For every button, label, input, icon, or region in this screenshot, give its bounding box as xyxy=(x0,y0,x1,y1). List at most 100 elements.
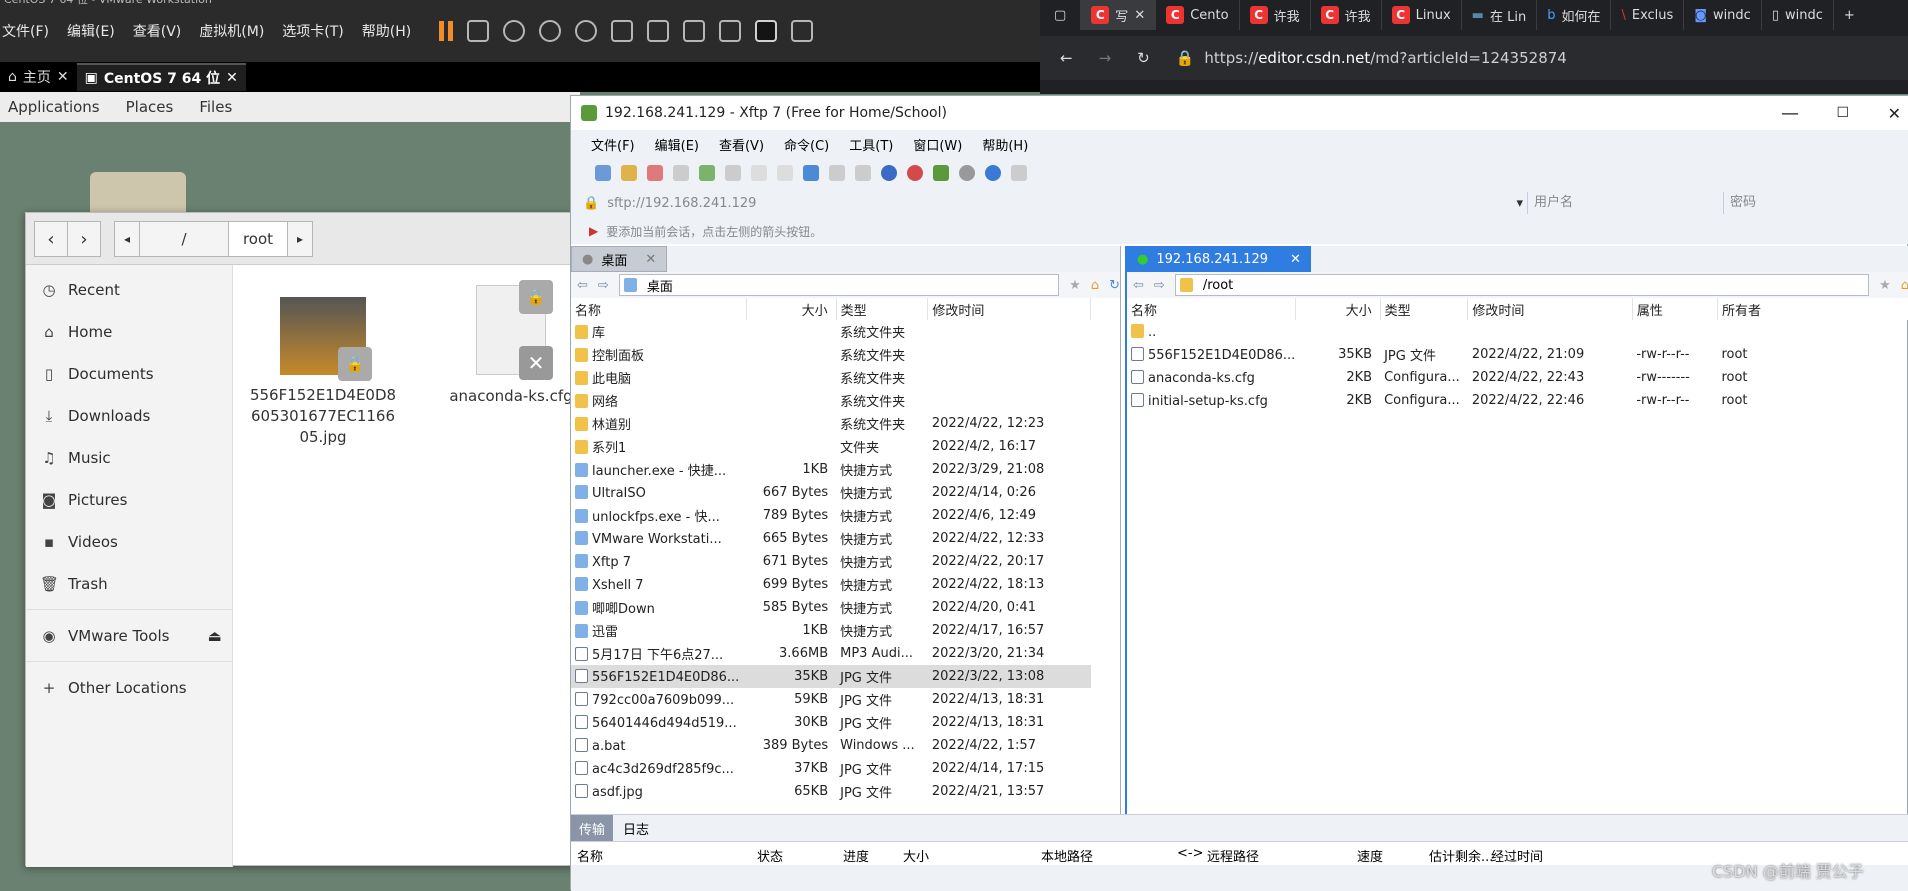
table-row[interactable]: 系列1 文件夹 2022/4/2, 16:17 xyxy=(571,435,1091,458)
table-row[interactable]: 556F152E1D4E0D86... 35KB JPG 文件 2022/3/22, … xyxy=(571,665,1091,688)
close-icon[interactable]: ✕ xyxy=(645,252,656,267)
help-icon[interactable] xyxy=(985,165,1001,181)
xftp-menu-file[interactable]: 文件(F) xyxy=(591,135,635,154)
browser-tab-5[interactable]: C Linux xyxy=(1382,0,1462,30)
gnome-applications-menu[interactable]: Applications xyxy=(8,98,100,116)
star-icon[interactable]: ★ xyxy=(1069,278,1081,293)
browser-tab-10[interactable]: ▯ windc xyxy=(1762,0,1834,30)
play-icon[interactable] xyxy=(725,165,741,181)
column-header-remote-path[interactable]: 远程路径 xyxy=(1207,846,1259,865)
forward-icon[interactable]: → xyxy=(1099,49,1112,67)
column-header-status[interactable]: 状态 xyxy=(757,846,783,865)
column-header-local-path[interactable]: 本地路径 xyxy=(1041,846,1093,865)
gnome-files-menu[interactable]: Files xyxy=(199,98,232,116)
table-row[interactable]: anaconda-ks.cfg 2KB Configura... 2022/4/22,… xyxy=(1127,366,1908,389)
close-icon[interactable]: ✕ xyxy=(1888,104,1901,123)
xftp-icon[interactable] xyxy=(933,165,949,181)
up-folder-icon[interactable]: ⌂ xyxy=(1901,278,1908,293)
browser-tab-1[interactable]: C 写 ✕ xyxy=(1081,0,1157,30)
sync-icon[interactable] xyxy=(803,165,819,181)
close-icon[interactable]: ✕ xyxy=(226,70,238,86)
table-row[interactable]: .. xyxy=(1127,320,1908,343)
browser-tab-8[interactable]: \ Exclus xyxy=(1611,0,1685,30)
column-header-modified[interactable]: 修改时间 xyxy=(927,298,1091,320)
vm-menu-view[interactable]: 查看(V) xyxy=(133,21,182,41)
chat-icon[interactable] xyxy=(1011,165,1027,181)
xftp-menu-help[interactable]: 帮助(H) xyxy=(982,135,1028,154)
forward-button[interactable]: › xyxy=(67,221,101,257)
tab-home[interactable]: ⌂ 主页 ✕ xyxy=(0,63,77,91)
sidebar-item-videos[interactable]: ▪ Videos xyxy=(26,525,233,559)
table-row[interactable]: VMware Workstati... 665 Bytes 快捷方式 2022/4/2… xyxy=(571,527,1091,550)
xftp-menu-window[interactable]: 窗口(W) xyxy=(913,135,962,154)
browser-tab-2[interactable]: C Cento xyxy=(1156,0,1240,30)
table-row[interactable]: a.bat 389 Bytes Windows ... 2022/4/22, 1:57 xyxy=(571,734,1091,757)
column-header-size[interactable]: 大小 xyxy=(1295,298,1381,320)
table-row[interactable]: launcher.exe - 快捷... 1KB 快捷方式 2022/3/29, 21… xyxy=(571,458,1091,481)
column-header-progress[interactable]: 进度 xyxy=(843,846,869,865)
globe-icon[interactable] xyxy=(881,165,897,181)
column-header-modified[interactable]: 修改时间 xyxy=(1467,298,1633,320)
column-header-size[interactable]: 大小 xyxy=(903,846,929,865)
paste-icon[interactable] xyxy=(777,165,793,181)
tab-desktop[interactable]: ● 桌面 ✕ xyxy=(571,246,668,272)
table-row[interactable]: asdf.jpg 65KB JPG 文件 2022/4/21, 13:57 xyxy=(571,780,1091,803)
xftp-menu-view[interactable]: 查看(V) xyxy=(719,135,764,154)
column-header-name[interactable]: 名称 xyxy=(1127,298,1296,320)
table-row[interactable]: Xshell 7 699 Bytes 快捷方式 2022/4/22, 18:13 xyxy=(571,573,1091,596)
sidebar-item-music[interactable]: ♫ Music xyxy=(26,441,233,475)
revert-snapshot-icon[interactable] xyxy=(539,20,562,42)
table-row[interactable]: 此电脑 系统文件夹 xyxy=(571,366,1091,389)
local-path-field[interactable]: 桌面 xyxy=(618,274,1060,296)
column-header-name[interactable]: 名称 xyxy=(577,846,603,865)
column-header-name[interactable]: 名称 xyxy=(571,298,747,320)
maximize-icon[interactable]: ☐ xyxy=(1836,105,1849,121)
column-header-direction[interactable]: <-> xyxy=(1177,846,1203,861)
table-row[interactable]: ac4c3d269df285f9c... 37KB JPG 文件 2022/4/14,… xyxy=(571,757,1091,780)
browser-tab-7[interactable]: b 如何在 xyxy=(1537,0,1612,30)
xshell-icon[interactable] xyxy=(907,165,923,181)
table-row[interactable]: 唧唧Down 585 Bytes 快捷方式 2022/4/20, 0:41 xyxy=(571,596,1091,619)
back-icon[interactable]: ← xyxy=(1060,49,1073,67)
fullscreen-icon[interactable] xyxy=(683,20,706,42)
column-header-speed[interactable]: 速度 xyxy=(1357,846,1383,865)
refresh-icon[interactable]: ↻ xyxy=(1137,49,1150,67)
sidebar-item-downloads[interactable]: ⤓ Downloads xyxy=(26,399,233,433)
table-row[interactable]: unlockfps.exe - 快... 789 Bytes 快捷方式 2022/4/… xyxy=(571,504,1091,527)
table-row[interactable]: 56401446d494d519... 30KB JPG 文件 2022/4/13, … xyxy=(571,711,1091,734)
sidebar-item-recent[interactable]: ◷ Recent xyxy=(26,273,233,307)
username-field[interactable]: 用户名 xyxy=(1527,192,1727,214)
sidebar-item-pictures[interactable]: ◙ Pictures xyxy=(26,483,233,517)
sidebar-item-documents[interactable]: ▯ Documents xyxy=(26,357,233,391)
thumbnail-icon[interactable] xyxy=(647,20,670,42)
gear-icon[interactable] xyxy=(959,165,975,181)
sidebar-item-other-locations[interactable]: + Other Locations xyxy=(26,671,233,705)
vm-menu-edit[interactable]: 编辑(E) xyxy=(67,21,115,41)
file-item-cfg[interactable]: 🔒 ✕ anaconda-ks.cfg xyxy=(436,280,586,405)
table-row[interactable]: 792cc00a7609b099... 59KB JPG 文件 2022/4/13, … xyxy=(571,688,1091,711)
bookmark-icon[interactable]: ▶ xyxy=(589,224,598,238)
stretch-icon[interactable] xyxy=(791,20,814,42)
forward-icon[interactable]: ⇨ xyxy=(1154,278,1165,293)
xftp-menu-tools[interactable]: 工具(T) xyxy=(849,135,893,154)
table-row[interactable]: initial-setup-ks.cfg 2KB Configura... 2022/… xyxy=(1127,389,1908,412)
browser-tab-4[interactable]: C 许我 xyxy=(1311,0,1382,30)
column-header-attributes[interactable]: 属性 xyxy=(1632,298,1718,320)
queue-icon[interactable] xyxy=(855,165,871,181)
up-folder-icon[interactable]: ⌂ xyxy=(1091,278,1099,293)
eject-icon[interactable]: ⏏ xyxy=(207,627,221,645)
table-row[interactable]: 556F152E1D4E0D86... 35KB JPG 文件 2022/4/22, … xyxy=(1127,343,1908,366)
close-icon[interactable]: ✕ xyxy=(57,69,69,85)
forward-icon[interactable]: ⇨ xyxy=(598,278,609,293)
table-row[interactable]: 控制面板 系统文件夹 xyxy=(571,343,1091,366)
open-folder-icon[interactable] xyxy=(621,165,637,181)
tab-log[interactable]: 日志 xyxy=(613,815,659,842)
vm-menu-file[interactable]: 文件(F) xyxy=(2,21,49,41)
column-header-elapsed[interactable]: 经过时间 xyxy=(1491,846,1543,865)
remote-path-field[interactable]: /root xyxy=(1174,274,1870,296)
column-header-owner[interactable]: 所有者 xyxy=(1717,298,1908,320)
file-item-jpg[interactable]: 🔒 556F152E1D4E0D8605301677EC116605.jpg xyxy=(248,297,398,448)
browser-tab-3[interactable]: C 许我 xyxy=(1240,0,1311,30)
connect-icon[interactable] xyxy=(647,165,663,181)
stop-icon[interactable] xyxy=(829,165,845,181)
